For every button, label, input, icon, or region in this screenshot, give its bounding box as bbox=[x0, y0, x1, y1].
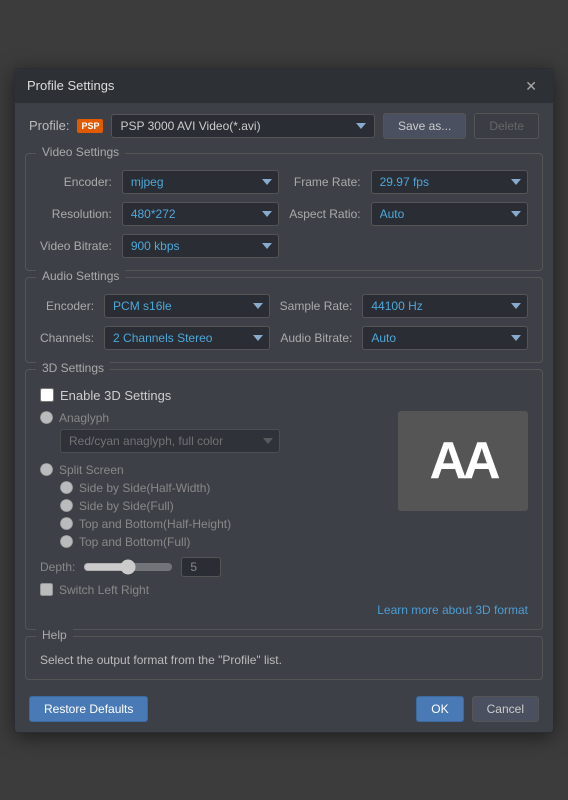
split-screen-label: Split Screen bbox=[59, 463, 124, 477]
audio-settings-section: Audio Settings Encoder: PCM s16le Sample… bbox=[25, 277, 543, 363]
profile-select[interactable]: PSP 3000 AVI Video(*.avi) bbox=[111, 114, 374, 138]
depth-slider[interactable] bbox=[83, 559, 173, 575]
profile-icon: PSP bbox=[77, 119, 103, 133]
top-bottom-full-label: Top and Bottom(Full) bbox=[79, 535, 190, 549]
anaglyph-label: Anaglyph bbox=[59, 411, 109, 425]
help-text: Select the output format from the "Profi… bbox=[40, 653, 528, 667]
split-screen-radio-row: Split Screen bbox=[40, 463, 388, 477]
profile-settings-dialog: Profile Settings ✕ Profile: PSP PSP 3000… bbox=[14, 68, 554, 733]
audio-bitrate-label: Audio Bitrate: bbox=[280, 331, 353, 345]
side-by-side-half-radio[interactable] bbox=[60, 481, 73, 494]
cancel-button[interactable]: Cancel bbox=[472, 696, 539, 722]
threed-left: Anaglyph Red/cyan anaglyph, full color S… bbox=[40, 411, 388, 597]
top-bottom-full-row: Top and Bottom(Full) bbox=[60, 535, 388, 549]
top-bottom-half-label: Top and Bottom(Half-Height) bbox=[79, 517, 231, 531]
resolution-select[interactable]: 480*272 bbox=[122, 202, 279, 226]
threed-content: Enable 3D Settings Anaglyph Red/cyan ana… bbox=[40, 388, 528, 617]
ok-button[interactable]: OK bbox=[416, 696, 463, 722]
threed-settings-title: 3D Settings bbox=[36, 361, 110, 375]
top-bottom-half-radio[interactable] bbox=[60, 517, 73, 530]
depth-input[interactable] bbox=[181, 557, 221, 577]
title-bar: Profile Settings ✕ bbox=[15, 69, 553, 103]
sample-rate-label: Sample Rate: bbox=[280, 299, 353, 313]
side-by-side-full-row: Side by Side(Full) bbox=[60, 499, 388, 513]
audio-bitrate-select[interactable]: Auto bbox=[362, 326, 528, 350]
footer-right: OK Cancel bbox=[416, 696, 539, 722]
bitrate-label: Video Bitrate: bbox=[40, 239, 112, 253]
channels-label: Channels: bbox=[40, 331, 94, 345]
aspect-ratio-select[interactable]: Auto bbox=[371, 202, 528, 226]
encoder-label: Encoder: bbox=[40, 175, 112, 189]
enable-3d-label: Enable 3D Settings bbox=[60, 388, 171, 403]
channels-select[interactable]: 2 Channels Stereo bbox=[104, 326, 270, 350]
threed-preview: AA bbox=[398, 411, 528, 511]
anaglyph-radio-row: Anaglyph bbox=[40, 411, 388, 425]
side-by-side-full-label: Side by Side(Full) bbox=[79, 499, 174, 513]
threed-settings-section: 3D Settings Enable 3D Settings Anaglyph … bbox=[25, 369, 543, 630]
split-screen-radio[interactable] bbox=[40, 463, 53, 476]
top-bottom-full-radio[interactable] bbox=[60, 535, 73, 548]
audio-encoder-select[interactable]: PCM s16le bbox=[104, 294, 270, 318]
enable-3d-row: Enable 3D Settings bbox=[40, 388, 528, 403]
footer: Restore Defaults OK Cancel bbox=[15, 686, 553, 732]
audio-settings-grid: Encoder: PCM s16le Sample Rate: 44100 Hz… bbox=[40, 294, 528, 350]
side-by-side-half-label: Side by Side(Half-Width) bbox=[79, 481, 210, 495]
video-settings-title: Video Settings bbox=[36, 145, 125, 159]
audio-encoder-label: Encoder: bbox=[40, 299, 94, 313]
anaglyph-radio[interactable] bbox=[40, 411, 53, 424]
help-section: Help Select the output format from the "… bbox=[25, 636, 543, 680]
switch-lr-row: Switch Left Right bbox=[40, 583, 388, 597]
frame-rate-select[interactable]: 29.97 fps bbox=[371, 170, 528, 194]
resolution-label: Resolution: bbox=[40, 207, 112, 221]
side-by-side-full-radio[interactable] bbox=[60, 499, 73, 512]
learn-more-link[interactable]: Learn more about 3D format bbox=[40, 603, 528, 617]
sample-rate-select[interactable]: 44100 Hz bbox=[362, 294, 528, 318]
video-settings-section: Video Settings Encoder: mjpeg Frame Rate… bbox=[25, 153, 543, 271]
audio-settings-title: Audio Settings bbox=[36, 269, 125, 283]
frame-rate-label: Frame Rate: bbox=[289, 175, 360, 189]
switch-lr-checkbox[interactable] bbox=[40, 583, 53, 596]
threed-preview-text: AA bbox=[429, 431, 496, 491]
side-by-side-half-row: Side by Side(Half-Width) bbox=[60, 481, 388, 495]
help-section-title: Help bbox=[36, 628, 73, 642]
close-button[interactable]: ✕ bbox=[521, 77, 541, 95]
threed-main: Anaglyph Red/cyan anaglyph, full color S… bbox=[40, 411, 528, 597]
save-as-button[interactable]: Save as... bbox=[383, 113, 466, 139]
profile-label: Profile: bbox=[29, 118, 69, 133]
aspect-ratio-label: Aspect Ratio: bbox=[289, 207, 360, 221]
anaglyph-select[interactable]: Red/cyan anaglyph, full color bbox=[60, 429, 280, 453]
depth-row: Depth: bbox=[40, 557, 388, 577]
anaglyph-group: Anaglyph Red/cyan anaglyph, full color S… bbox=[40, 411, 388, 549]
switch-lr-label: Switch Left Right bbox=[59, 583, 149, 597]
dialog-title: Profile Settings bbox=[27, 78, 114, 93]
encoder-select[interactable]: mjpeg bbox=[122, 170, 279, 194]
delete-button[interactable]: Delete bbox=[474, 113, 539, 139]
enable-3d-checkbox[interactable] bbox=[40, 388, 54, 402]
video-settings-grid: Encoder: mjpeg Frame Rate: 29.97 fps Res… bbox=[40, 170, 528, 258]
depth-label: Depth: bbox=[40, 560, 75, 574]
bitrate-select[interactable]: 900 kbps bbox=[122, 234, 279, 258]
profile-row: Profile: PSP PSP 3000 AVI Video(*.avi) S… bbox=[15, 103, 553, 149]
restore-defaults-button[interactable]: Restore Defaults bbox=[29, 696, 148, 722]
top-bottom-half-row: Top and Bottom(Half-Height) bbox=[60, 517, 388, 531]
